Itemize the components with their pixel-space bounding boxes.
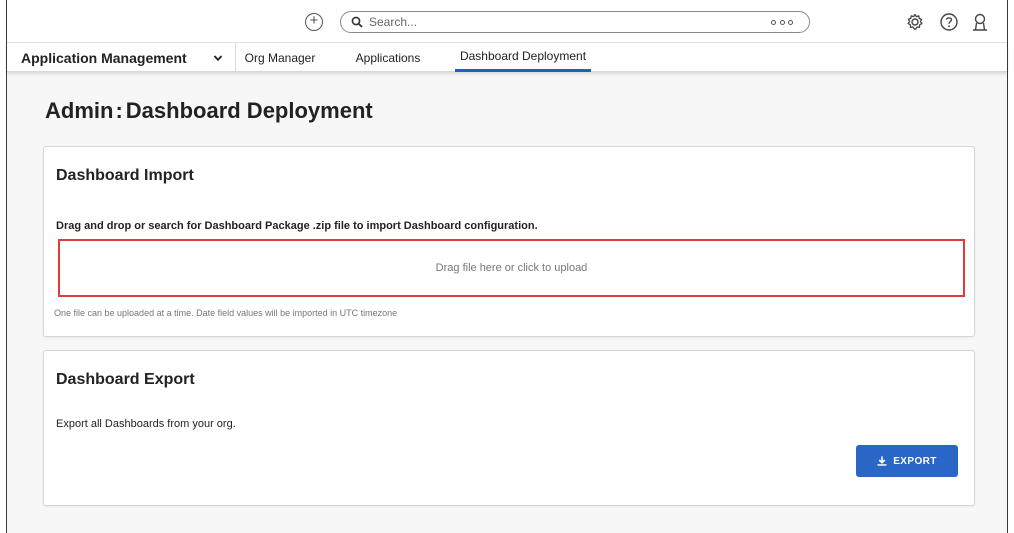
upload-helper-text: One file can be uploaded at a time. Date… xyxy=(54,308,398,318)
chevron-down-icon xyxy=(213,55,223,62)
import-card-title: Dashboard Import xyxy=(56,167,194,184)
gear-icon[interactable] xyxy=(905,12,925,32)
export-description: Export all Dashboards from your org. xyxy=(56,418,236,430)
export-button[interactable]: EXPORT xyxy=(856,445,958,477)
search-bar xyxy=(340,11,810,33)
help-icon[interactable] xyxy=(939,12,959,32)
app-frame: + Application Management xyxy=(6,0,1008,533)
nav-bar: Application Management Org Manager Appli… xyxy=(7,43,1007,72)
tab-dashboard-deployment[interactable]: Dashboard Deployment xyxy=(455,43,591,72)
dashboard-export-card: Dashboard Export Export all Dashboards f… xyxy=(43,350,975,506)
user-icon[interactable] xyxy=(970,12,990,32)
tab-applications[interactable]: Applications xyxy=(348,43,428,72)
import-instruction: Drag and drop or search for Dashboard Pa… xyxy=(56,220,538,232)
page-title: Admin: Dashboard Deployment xyxy=(45,98,373,123)
dashboard-import-card: Dashboard Import Drag and drop or search… xyxy=(43,146,975,337)
top-bar: + xyxy=(7,0,1007,43)
tab-org-manager[interactable]: Org Manager xyxy=(243,43,317,72)
add-icon[interactable]: + xyxy=(305,13,323,31)
dropzone-label: Drag file here or click to upload xyxy=(435,262,588,274)
export-button-label: EXPORT xyxy=(893,455,937,467)
application-menu[interactable]: Application Management xyxy=(7,43,236,72)
export-card-title: Dashboard Export xyxy=(56,371,195,388)
download-icon xyxy=(877,456,887,466)
more-options-icon[interactable] xyxy=(771,16,793,28)
search-input[interactable] xyxy=(369,15,771,29)
file-upload-dropzone[interactable]: Drag file here or click to upload xyxy=(58,239,965,297)
search-icon xyxy=(351,16,363,28)
application-menu-label: Application Management xyxy=(21,49,187,66)
